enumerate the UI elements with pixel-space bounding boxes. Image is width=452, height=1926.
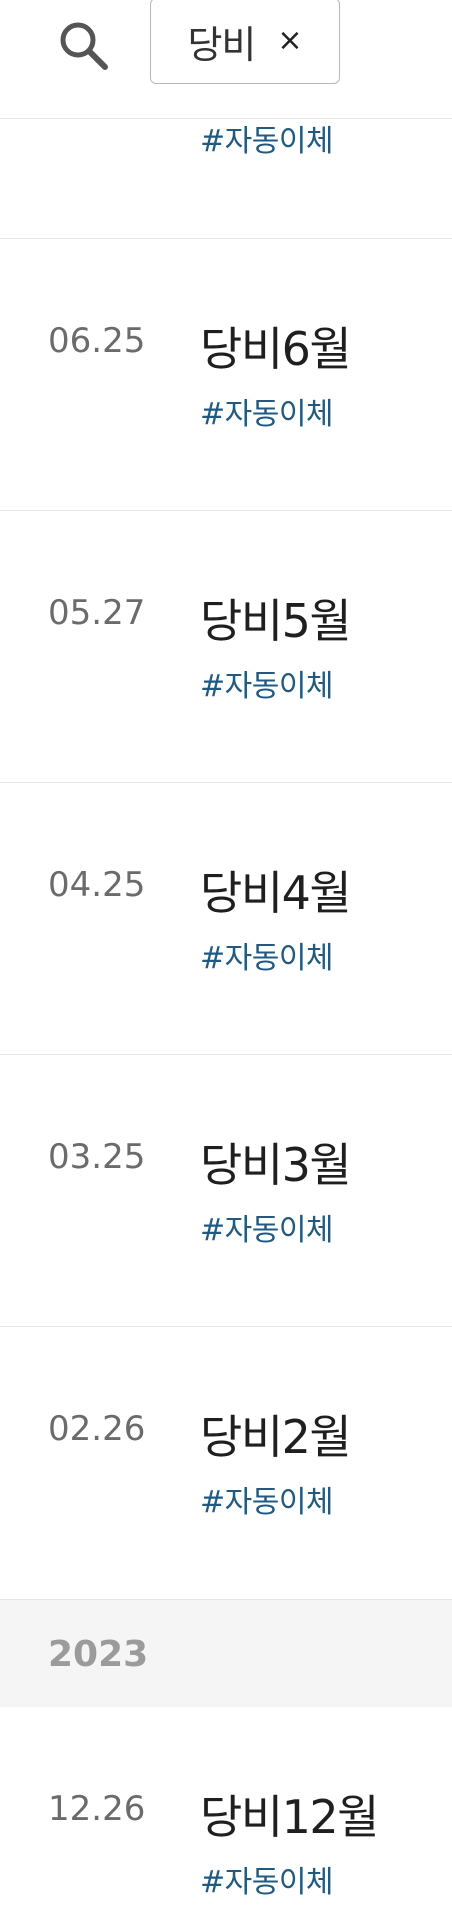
entry-tag[interactable]: #자동이체 — [200, 116, 334, 160]
entry-tag[interactable]: #자동이체 — [200, 389, 334, 433]
list-item[interactable]: 12.26 당비12월 #자동이체 — [0, 1707, 452, 1926]
list-item[interactable]: 04.25 당비4월 #자동이체 — [0, 783, 452, 1055]
entry-title: 당비2월 — [200, 1410, 352, 1464]
entry-title: 당비12월 — [200, 1790, 380, 1844]
entry-tag[interactable]: #자동이체 — [200, 1857, 334, 1901]
list-item[interactable]: 02.26 당비2월 #자동이체 — [0, 1327, 452, 1600]
entry-title: 당비4월 — [200, 866, 352, 920]
search-icon[interactable] — [58, 20, 110, 72]
entry-title: 당비5월 — [200, 594, 352, 648]
year-section-header: 2023 — [0, 1600, 452, 1707]
entry-title: 당비3월 — [200, 1138, 352, 1192]
entry-tag[interactable]: #자동이체 — [200, 933, 334, 977]
entry-title: 당비6월 — [200, 322, 352, 376]
search-query-label: 당비 — [187, 22, 256, 67]
entry-tag[interactable]: #자동이체 — [200, 1477, 334, 1521]
entry-date: 02.26 — [48, 1409, 146, 1449]
year-label: 2023 — [48, 1634, 149, 1675]
list-item[interactable]: 03.25 당비3월 #자동이체 — [0, 1055, 452, 1327]
list-item[interactable]: 05.27 당비5월 #자동이체 — [0, 511, 452, 783]
entry-date: 12.26 — [48, 1789, 146, 1829]
entry-tag[interactable]: #자동이체 — [200, 661, 334, 705]
entry-date: 03.25 — [48, 1137, 146, 1177]
search-query-chip[interactable]: 당비 × — [150, 0, 340, 84]
entry-date: 04.25 — [48, 865, 146, 905]
entry-tag[interactable]: #자동이체 — [200, 1205, 334, 1249]
entry-date: 06.25 — [48, 321, 146, 361]
close-icon[interactable]: × — [277, 26, 302, 56]
search-header: 당비 × — [0, 0, 452, 119]
entry-date: 05.27 — [48, 593, 146, 633]
list-item[interactable]: 06.25 당비6월 #자동이체 — [0, 239, 452, 511]
